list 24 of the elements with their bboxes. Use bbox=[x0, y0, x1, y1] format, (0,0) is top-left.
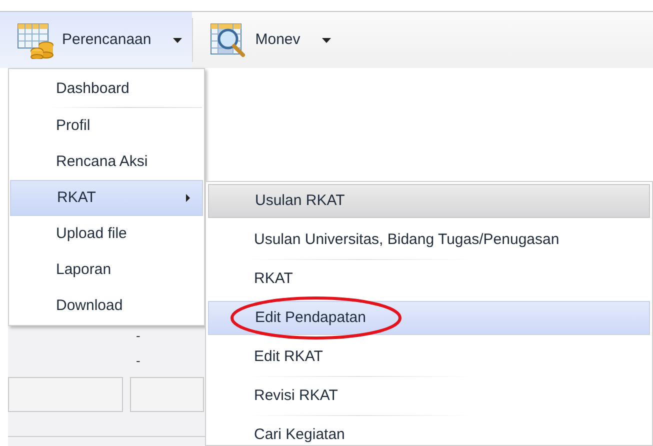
form-value: - bbox=[136, 352, 140, 370]
menu-item[interactable]: Revisi RKAT bbox=[208, 379, 650, 413]
menu-item[interactable]: RKAT bbox=[208, 262, 650, 296]
caret-icon bbox=[322, 38, 332, 42]
menu-item[interactable]: Usulan RKAT bbox=[208, 184, 650, 218]
spreadsheet-coins-icon bbox=[16, 21, 54, 59]
form-value: - bbox=[136, 327, 140, 345]
toolbar-button[interactable]: Monev bbox=[193, 12, 342, 68]
menu-item[interactable]: RKAT bbox=[10, 180, 203, 216]
menu-item[interactable]: Rencana Aksi bbox=[10, 144, 203, 180]
menu-item[interactable]: Edit RKAT bbox=[208, 340, 650, 374]
menu-item[interactable]: Profil bbox=[10, 108, 203, 144]
menu-item[interactable]: Usulan Universitas, Bidang Tugas/Penugasan bbox=[208, 223, 650, 257]
menu-item[interactable]: Dashboard bbox=[10, 71, 203, 107]
caret-icon bbox=[173, 38, 182, 42]
input-field[interactable] bbox=[130, 377, 204, 412]
input-field[interactable] bbox=[8, 377, 123, 412]
menu-item[interactable]: Cari Kegiatan bbox=[208, 418, 650, 445]
toolbar-button[interactable]: Perencanaan bbox=[0, 12, 192, 68]
menu-item[interactable]: Laporan bbox=[10, 252, 203, 288]
menu-item[interactable]: Upload file bbox=[10, 216, 203, 252]
menu-item[interactable]: Edit Pendapatan bbox=[208, 301, 650, 335]
menu-item[interactable]: Download bbox=[10, 288, 203, 324]
spreadsheet-magnifier-icon bbox=[209, 21, 248, 59]
